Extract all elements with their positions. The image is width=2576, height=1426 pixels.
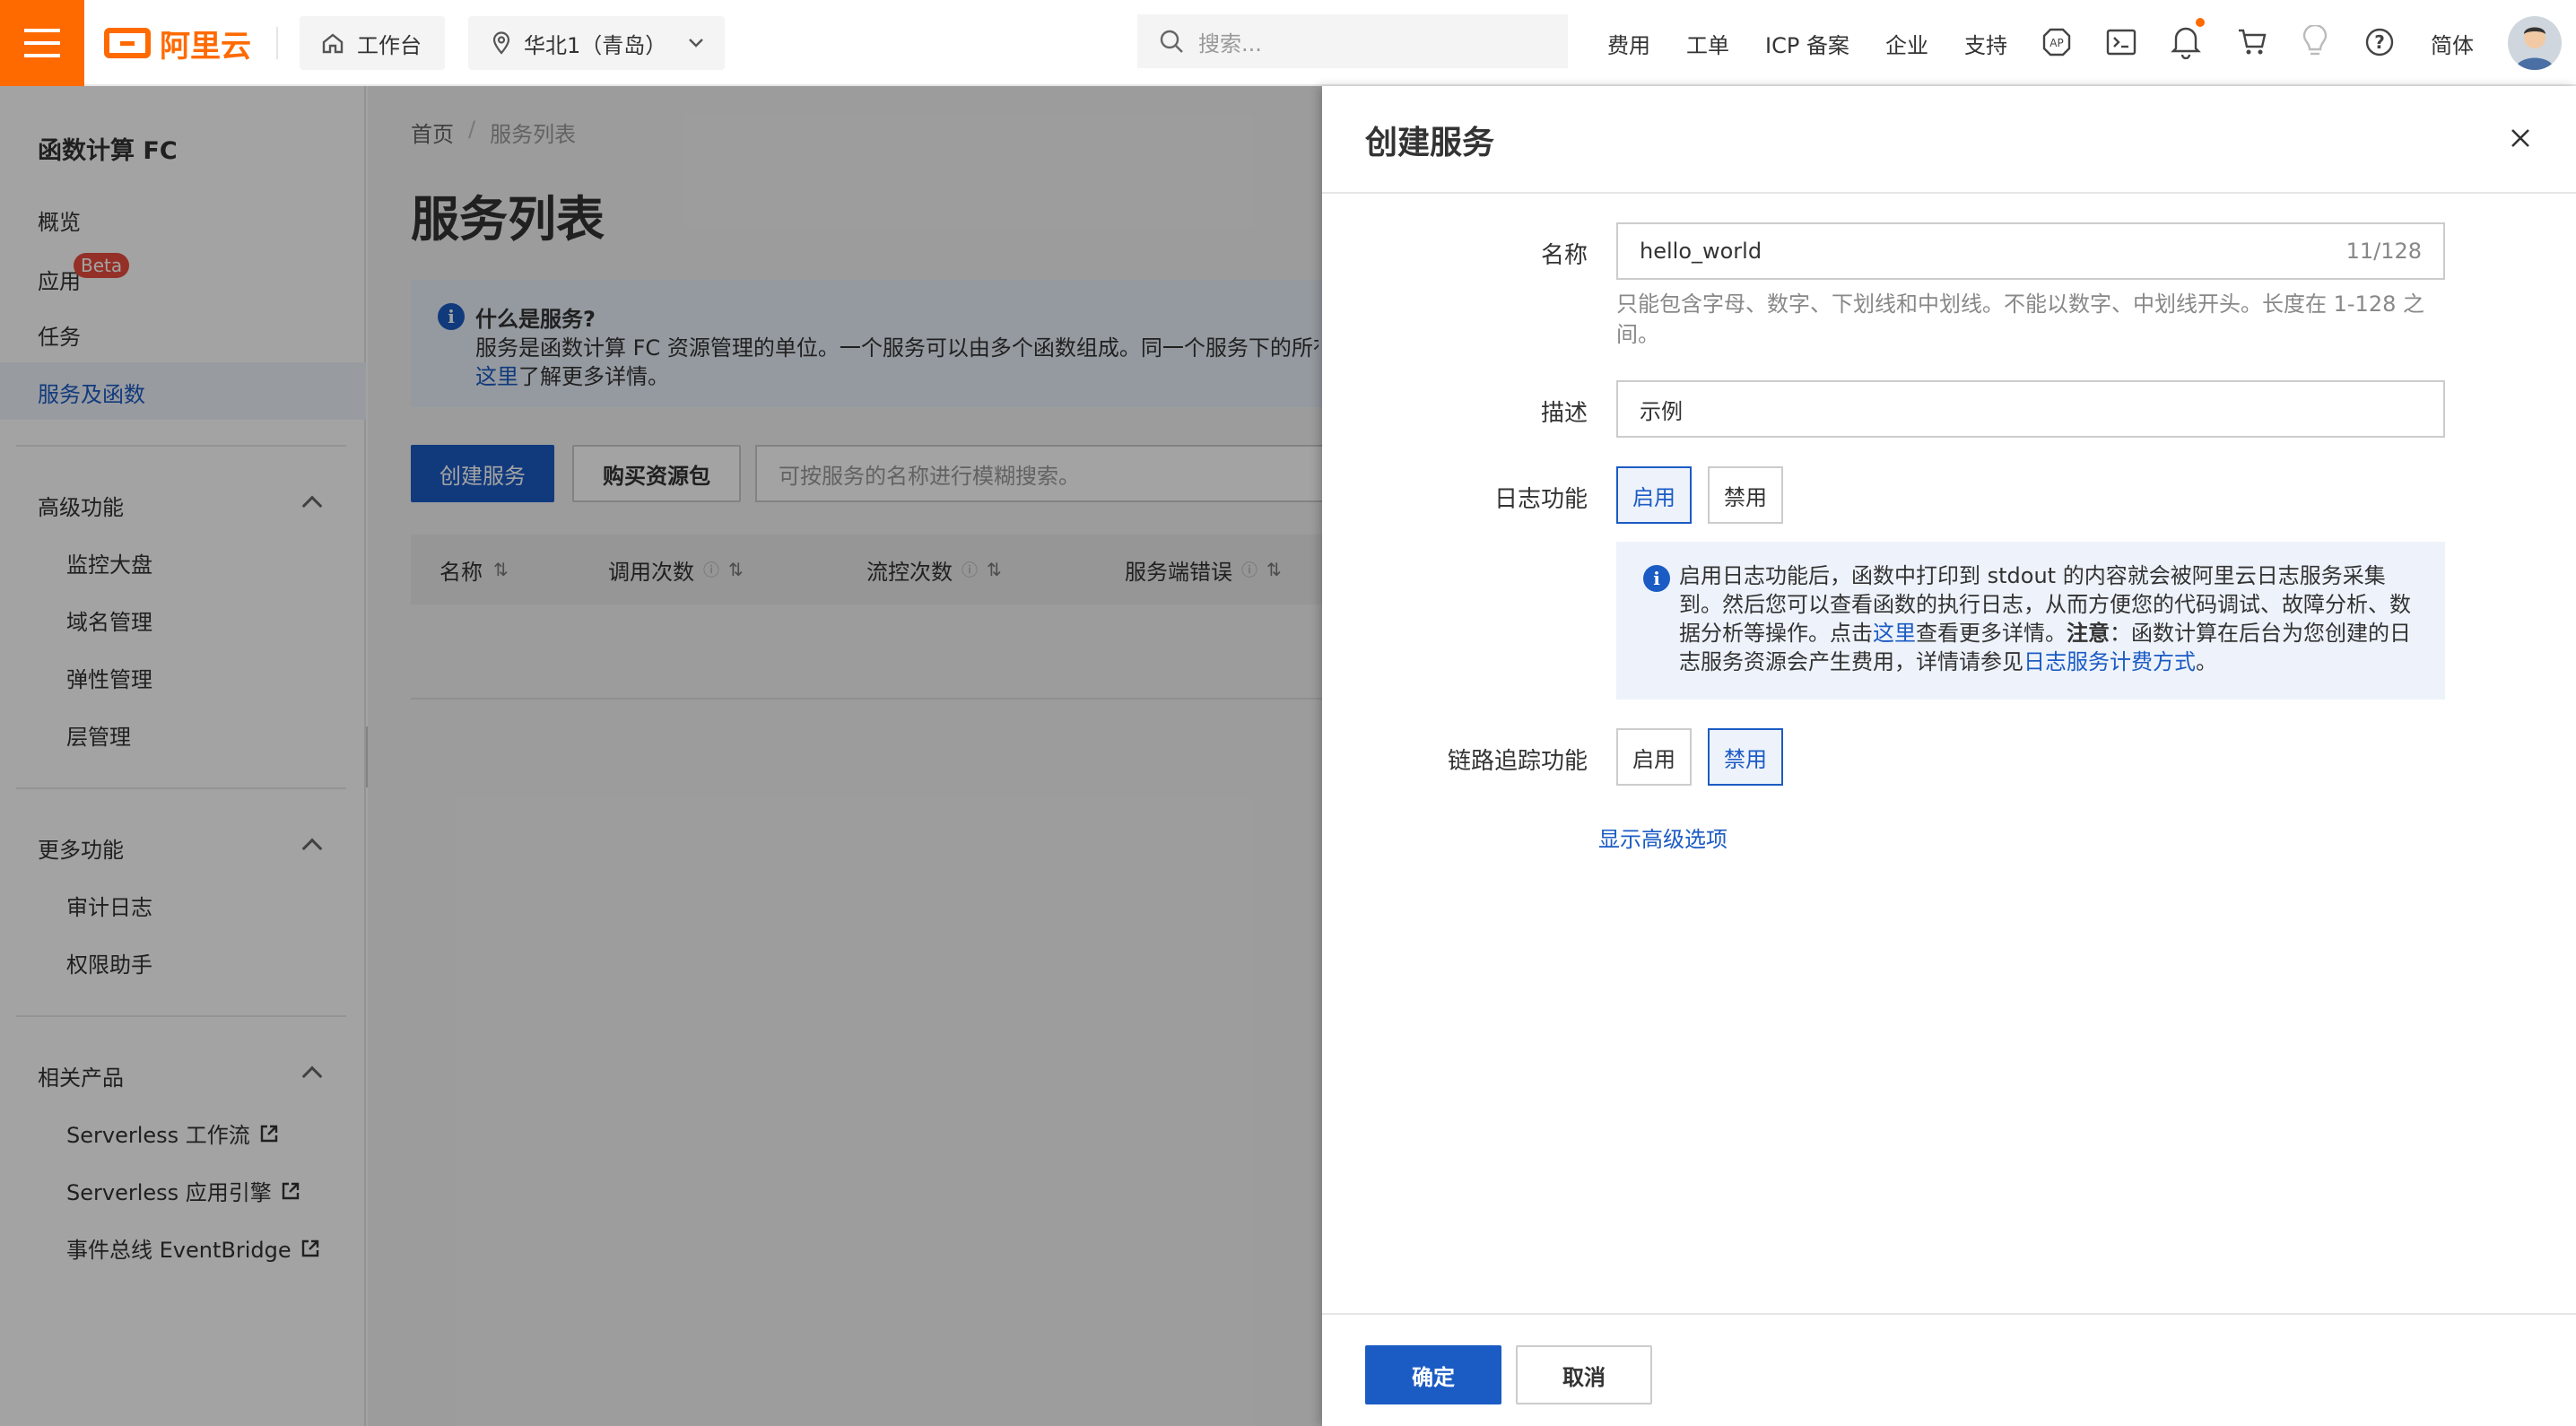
region-label: 华北1（青岛）	[524, 32, 667, 58]
modal-mask[interactable]	[0, 86, 1322, 1426]
trace-enable-toggle[interactable]: 启用	[1616, 728, 1692, 786]
close-icon[interactable]	[2510, 127, 2531, 149]
log-pricing-link[interactable]: 日志服务计费方式	[2023, 649, 2196, 674]
log-enable-toggle[interactable]: 启用	[1616, 466, 1692, 524]
home-icon	[322, 33, 344, 54]
trace-label: 链路追踪功能	[1447, 748, 1588, 775]
notification-dot	[2196, 18, 2205, 27]
svg-text:AP: AP	[2049, 37, 2063, 49]
nav-fees[interactable]: 费用	[1607, 0, 1650, 86]
nav-tickets[interactable]: 工单	[1686, 0, 1729, 86]
name-input[interactable]: hello_world 11/128	[1616, 222, 2445, 280]
divider	[1322, 192, 2576, 194]
language-switch[interactable]: 简体	[2431, 0, 2474, 86]
workbench-label: 工作台	[357, 32, 422, 58]
nav-support[interactable]: 支持	[1964, 0, 2007, 86]
divider	[276, 27, 278, 59]
log-notice-link[interactable]: 这里	[1873, 621, 1916, 646]
description-value: 示例	[1640, 398, 1683, 424]
log-disable-toggle[interactable]: 禁用	[1708, 466, 1783, 524]
cart-icon[interactable]	[2237, 27, 2267, 57]
description-input[interactable]: 示例	[1616, 380, 2445, 438]
region-selector[interactable]: 华北1（青岛）	[468, 16, 725, 70]
workbench-button[interactable]: 工作台	[300, 16, 445, 70]
trace-disable-toggle[interactable]: 禁用	[1708, 728, 1783, 786]
nav-icp[interactable]: ICP 备案	[1765, 0, 1849, 86]
user-avatar[interactable]	[2508, 16, 2562, 70]
cancel-button[interactable]: 取消	[1516, 1345, 1652, 1404]
menu-icon[interactable]	[0, 0, 84, 86]
lightbulb-icon[interactable]	[2302, 25, 2328, 59]
terminal-icon[interactable]	[2106, 29, 2137, 56]
name-value: hello_world	[1640, 239, 1762, 264]
location-icon	[492, 31, 510, 55]
name-char-count: 11/128	[2345, 239, 2422, 264]
name-label: 名称	[1540, 242, 1588, 269]
drawer-title: 创建服务	[1365, 125, 1495, 161]
search-icon	[1160, 30, 1183, 53]
show-advanced-link[interactable]: 显示高级选项	[1598, 822, 1727, 853]
divider	[1322, 1313, 2576, 1315]
help-icon[interactable]: ?	[2364, 27, 2395, 57]
confirm-button[interactable]: 确定	[1365, 1345, 1501, 1404]
ai-assistant-icon[interactable]: AP	[2041, 27, 2072, 57]
global-search[interactable]: 搜索...	[1137, 14, 1568, 68]
description-label: 描述	[1540, 400, 1588, 427]
nav-enterprise[interactable]: 企业	[1885, 0, 1928, 86]
chevron-down-icon	[689, 39, 704, 48]
log-label: 日志功能	[1493, 486, 1588, 513]
logo-icon	[104, 28, 151, 58]
notification-bell-icon[interactable]	[2171, 23, 2201, 59]
logo-text: 阿里云	[160, 28, 251, 65]
info-icon: i	[1643, 565, 1670, 592]
log-notice: i 启用日志功能后，函数中打印到 stdout 的内容就会被阿里云日志服务采集到…	[1616, 542, 2445, 700]
aliyun-logo[interactable]: 阿里云	[104, 20, 251, 66]
search-placeholder: 搜索...	[1198, 30, 1262, 57]
name-help: 只能包含字母、数字、下划线和中划线。不能以数字、中划线开头。长度在 1-128 …	[1616, 291, 2424, 347]
log-notice-text: 启用日志功能后，函数中打印到 stdout 的内容就会被阿里云日志服务采集到。然…	[1679, 563, 2411, 674]
svg-text:?: ?	[2374, 31, 2385, 53]
